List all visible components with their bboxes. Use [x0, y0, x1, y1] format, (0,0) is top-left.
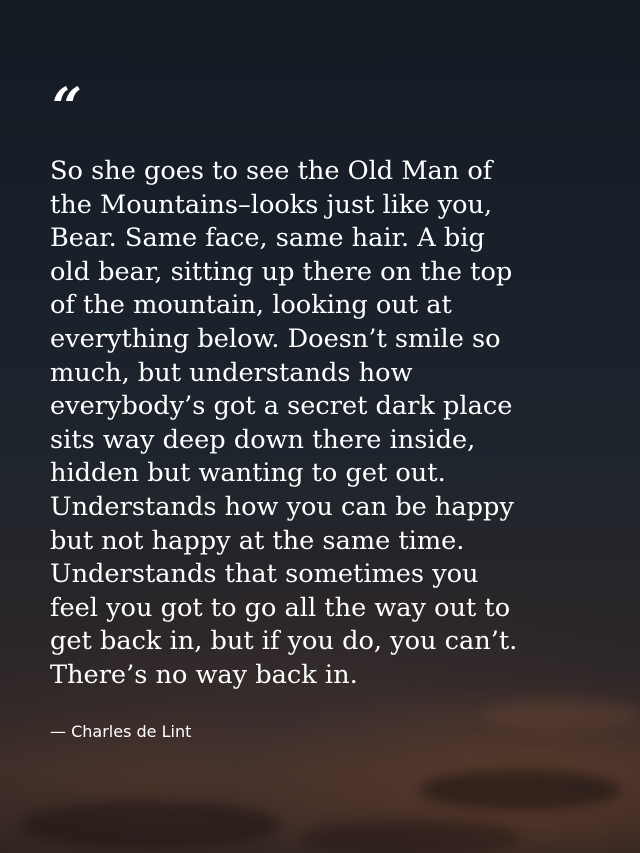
cloud-shape: [20, 800, 280, 850]
cloud-shape: [420, 770, 620, 810]
cloud-shape: [300, 820, 520, 853]
cloud-glow: [480, 700, 640, 730]
quote-author: — Charles de Lint: [50, 722, 192, 741]
quote-text: So she goes to see the Old Man of the Mo…: [50, 156, 518, 690]
quote-mark-icon: “: [52, 77, 82, 138]
